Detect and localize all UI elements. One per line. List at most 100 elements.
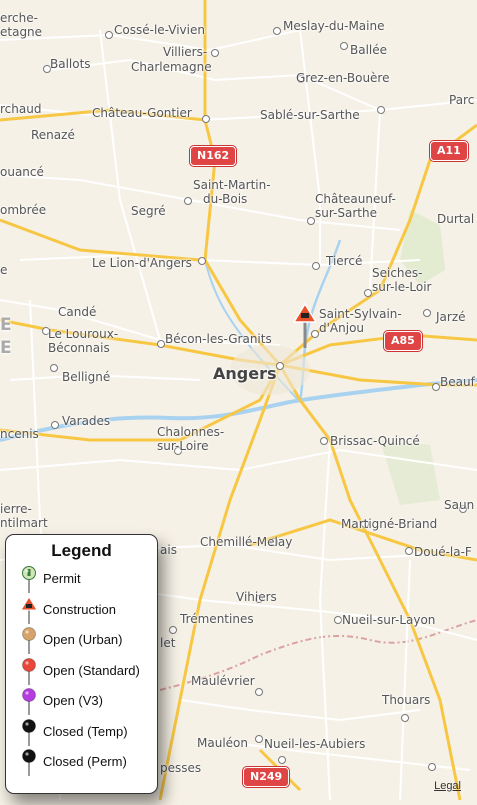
place-label: du-Bois	[203, 192, 248, 206]
place-dot	[278, 756, 286, 764]
region-label: E	[0, 338, 12, 358]
place-label: Béconnais	[48, 341, 110, 355]
place-label: Martigné-Briand	[341, 517, 438, 531]
place-dot	[211, 49, 219, 57]
place-dot	[273, 27, 281, 35]
place-label: Nueil-les-Aubiers	[264, 737, 366, 751]
place-label: Le Louroux-	[48, 327, 119, 341]
road-shield-n249: N249	[243, 767, 290, 787]
legend-item-closed-perm: Closed (Perm)	[6, 748, 156, 776]
place-label: Sablé-sur-Sarthe	[260, 108, 360, 122]
place-label: Renazé	[31, 128, 75, 142]
place-dot	[50, 364, 58, 372]
legend-item-open-standard: Open (Standard)	[6, 657, 156, 685]
perm-closed-pin-icon	[22, 749, 36, 776]
place-dot	[377, 106, 385, 114]
place-label: Saun	[444, 498, 475, 512]
legend-panel: Legend Permit Construction Open (Urban) Ope…	[5, 534, 158, 794]
region-label: E	[0, 315, 12, 335]
place-dot	[184, 197, 192, 205]
city-label-angers: Angers	[213, 364, 277, 383]
legend-item-permit: Permit	[6, 565, 156, 593]
place-label: Doué-la-F	[414, 545, 472, 559]
legend-item-label: Closed (Perm)	[43, 754, 127, 769]
place-label: Maulévrier	[191, 674, 255, 688]
place-dot	[428, 763, 436, 771]
place-dot	[405, 547, 413, 555]
place-label: ouancé	[0, 165, 44, 179]
place-label: Le Lion-d'Angers	[92, 256, 192, 270]
place-label: Seiches-	[372, 266, 423, 280]
place-dot	[276, 362, 284, 370]
place-label: Candé	[58, 305, 97, 319]
place-label: Mauléon	[197, 736, 248, 750]
place-label: Tiercé	[326, 254, 363, 268]
place-label: Villiers-	[163, 45, 208, 59]
legend-title: Legend	[51, 541, 112, 560]
place-dot	[51, 421, 59, 429]
road-shield-a85: A85	[384, 331, 422, 351]
place-label: rchaud	[0, 102, 42, 116]
place-label: ombrée	[0, 203, 47, 217]
legend-item-label: Open (V3)	[43, 693, 103, 708]
place-label: ais	[160, 543, 177, 557]
place-dot	[105, 31, 113, 39]
place-label: e	[0, 263, 8, 277]
place-label: Durtal	[437, 212, 475, 226]
place-dot	[334, 616, 342, 624]
legend-item-label: Permit	[43, 571, 81, 586]
place-dot	[255, 735, 263, 743]
urban-pin-icon	[22, 627, 36, 654]
place-label: ntilmart	[0, 516, 48, 530]
place-label: sur-Sarthe	[315, 206, 377, 220]
place-dot	[198, 257, 206, 265]
place-label: Vihiers	[236, 590, 277, 604]
place-label: Varades	[62, 414, 111, 428]
place-dot	[312, 262, 320, 270]
construction-pin-icon	[20, 595, 38, 624]
place-label: d'Anjou	[319, 321, 365, 335]
place-label: Saint-Sylvain-	[319, 307, 402, 321]
place-label: etagne	[0, 25, 43, 39]
place-label: pesses	[160, 761, 202, 775]
place-label: Nueil-sur-Layon	[342, 613, 436, 627]
place-label: Segré	[131, 204, 166, 218]
place-dot	[320, 437, 328, 445]
legend-item-label: Open (Urban)	[43, 632, 123, 647]
place-label: sur-le-Loir	[372, 280, 432, 294]
v3-pin-icon	[22, 688, 36, 715]
place-label: Charlemagne	[131, 60, 212, 74]
place-label: Trémentines	[180, 612, 254, 626]
place-dot	[307, 217, 315, 225]
road-shield-a11: A11	[430, 141, 468, 161]
legend-item-construction: Construction	[6, 595, 156, 624]
standard-pin-icon	[22, 657, 36, 685]
place-dot	[364, 289, 372, 297]
legend-item-open-urban: Open (Urban)	[6, 626, 156, 654]
place-label: Château-Gontier	[92, 106, 192, 120]
construction-marker[interactable]	[293, 302, 317, 350]
place-label: sur-Loire	[157, 439, 209, 453]
legend-item-label: Construction	[43, 601, 116, 617]
place-label: Bécon-les-Granits	[165, 332, 272, 346]
place-label: ncenis	[0, 427, 39, 441]
legend-item-label: Closed (Temp)	[43, 723, 128, 739]
place-dot	[202, 115, 210, 123]
place-label: Ballots	[50, 57, 91, 71]
place-dot	[423, 309, 431, 317]
place-label: Saint-Martin-	[193, 178, 271, 192]
legal-link[interactable]: Legal	[434, 780, 461, 792]
temp-closed-pin-icon	[22, 718, 36, 746]
place-label: Meslay-du-Maine	[283, 19, 385, 33]
place-label: Chalonnes-	[157, 425, 225, 439]
place-label: Thouars	[382, 693, 431, 707]
place-label: Parc	[449, 93, 475, 107]
legend-item-label: Open (Standard)	[43, 662, 140, 678]
place-dot	[169, 626, 177, 634]
place-dot	[401, 714, 409, 722]
place-label: Chemillé-Melay	[200, 535, 293, 549]
permit-pin-icon	[22, 566, 36, 593]
place-label: Ballée	[350, 43, 388, 57]
place-label: Cossé-le-Vivien	[114, 23, 205, 37]
place-label: let	[160, 636, 176, 650]
